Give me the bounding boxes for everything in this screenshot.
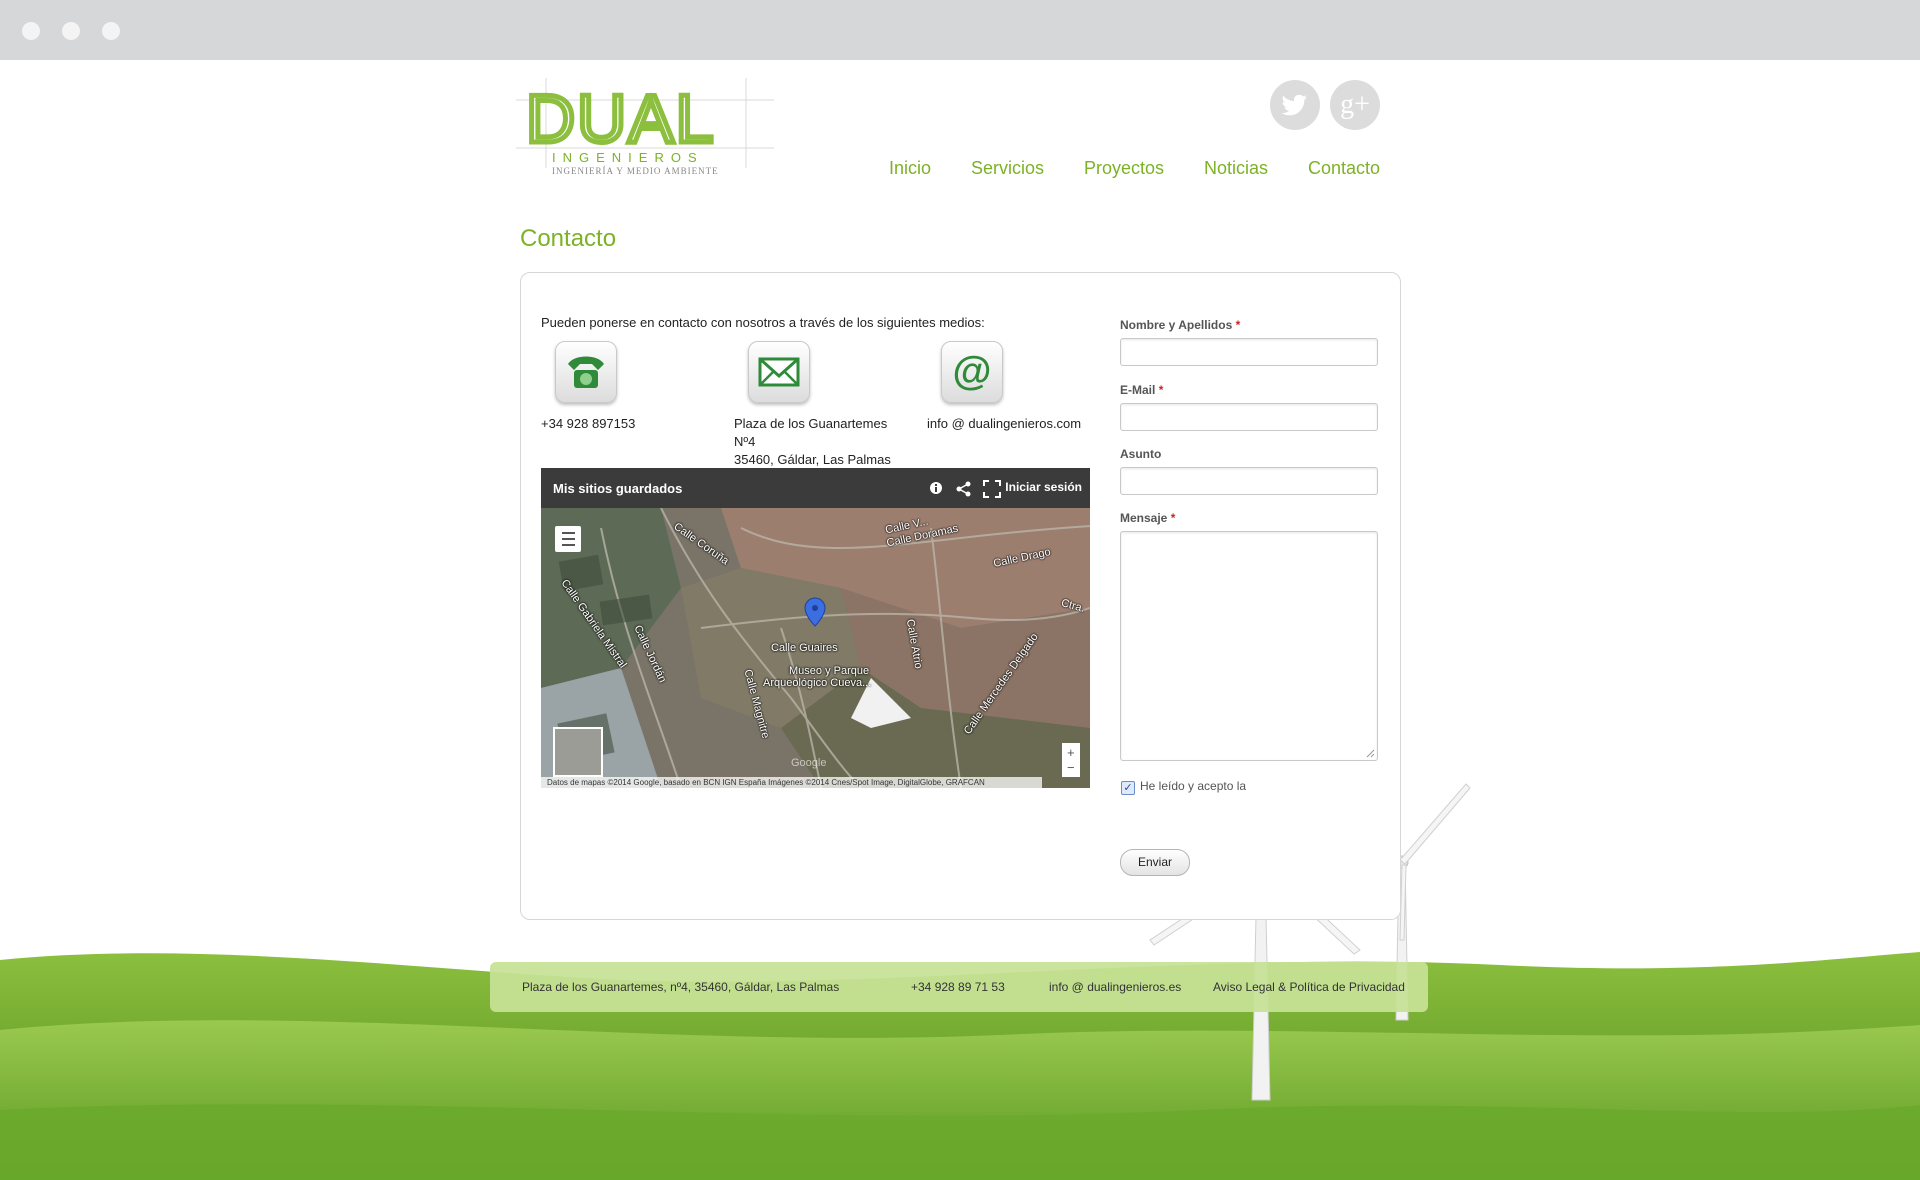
contact-email[interactable]: info @ dualingenieros.com xyxy=(927,415,1081,433)
mail-button[interactable] xyxy=(748,341,810,403)
footer-email[interactable]: info @ dualingenieros.es xyxy=(1049,980,1181,994)
message-textarea[interactable] xyxy=(1120,531,1378,761)
window-close-button[interactable] xyxy=(22,22,40,40)
map-label: Museo y Parque xyxy=(789,665,870,677)
email-input[interactable] xyxy=(1120,403,1378,431)
name-input[interactable] xyxy=(1120,338,1378,366)
zoom-out-button[interactable]: − xyxy=(1067,760,1075,775)
window-minimize-button[interactable] xyxy=(62,22,80,40)
logo-tagline: INGENIERÍA Y MEDIO AMBIENTE xyxy=(552,166,719,176)
name-label-text: Nombre y Apellidos xyxy=(1120,318,1233,332)
accept-checkbox[interactable]: ✓ xyxy=(1121,781,1135,795)
nav-contacto[interactable]: Contacto xyxy=(1308,158,1380,179)
browser-chrome xyxy=(0,0,1920,60)
share-icon[interactable] xyxy=(956,481,972,497)
phone-button[interactable] xyxy=(555,341,617,403)
site-logo[interactable]: DUAL INGENIEROS INGENIERÍA Y MEDIO AMBIE… xyxy=(516,78,774,180)
contact-intro: Pueden ponerse en contacto con nosotros … xyxy=(541,315,985,330)
required-mark: * xyxy=(1170,511,1176,525)
required-mark: * xyxy=(1235,318,1241,332)
accept-label: He leído y acepto la xyxy=(1140,779,1247,793)
map-label: Calle Guaires xyxy=(771,642,838,654)
window-maximize-button[interactable] xyxy=(102,22,120,40)
map-satellite-imagery xyxy=(541,507,1090,788)
address-line-2: Nº4 xyxy=(734,434,756,449)
google-watermark: Google xyxy=(791,757,827,769)
subject-label-text: Asunto xyxy=(1120,447,1162,461)
twitter-icon xyxy=(1282,94,1307,116)
message-label: Mensaje * xyxy=(1120,511,1175,525)
footer-phone: +34 928 89 71 53 xyxy=(911,980,1005,994)
nav-proyectos[interactable]: Proyectos xyxy=(1084,158,1164,179)
email-label: E-Mail * xyxy=(1120,383,1163,397)
map-signin-link[interactable]: Iniciar sesión xyxy=(1005,480,1082,494)
info-icon[interactable] xyxy=(929,481,943,495)
zoom-in-button[interactable]: + xyxy=(1067,745,1075,760)
fullscreen-icon[interactable] xyxy=(983,480,1001,498)
name-label: Nombre y Apellidos * xyxy=(1120,318,1240,332)
map-title[interactable]: Mis sitios guardados xyxy=(553,481,682,496)
envelope-icon xyxy=(758,357,800,387)
svg-text:@: @ xyxy=(952,350,991,393)
email-label-text: E-Mail xyxy=(1120,383,1156,397)
google-plus-button[interactable]: g+ xyxy=(1330,80,1380,130)
twitter-button[interactable] xyxy=(1270,80,1320,130)
subject-label: Asunto xyxy=(1120,447,1161,461)
resize-handle-icon[interactable] xyxy=(1365,748,1375,758)
at-sign-icon: @ xyxy=(952,350,991,393)
required-mark: * xyxy=(1158,383,1164,397)
map-attribution: Datos de mapas ©2014 Google, basado en B… xyxy=(541,777,1042,788)
map-label: Arqueológico Cueva... xyxy=(763,677,872,689)
logo-text: DUAL xyxy=(526,81,715,157)
footer-bar: Plaza de los Guanartemes, nº4, 35460, Gá… xyxy=(490,962,1428,1012)
message-label-text: Mensaje xyxy=(1120,511,1168,525)
nav-noticias[interactable]: Noticias xyxy=(1204,158,1268,179)
map-header-bar: Mis sitios guardados Iniciar sesión xyxy=(541,468,1090,508)
nav-inicio[interactable]: Inicio xyxy=(889,158,931,179)
contact-phone: +34 928 897153 xyxy=(541,416,636,431)
email-at-button[interactable]: @ xyxy=(941,341,1003,403)
nav-servicios[interactable]: Servicios xyxy=(971,158,1044,179)
send-button[interactable]: Enviar xyxy=(1120,849,1190,876)
contact-address: Plaza de los Guanartemes Nº4 35460, Gáld… xyxy=(734,415,891,469)
google-plus-icon: g+ xyxy=(1340,89,1370,120)
subject-input[interactable] xyxy=(1120,467,1378,495)
footer-address: Plaza de los Guanartemes, nº4, 35460, Gá… xyxy=(522,980,840,994)
address-line-1: Plaza de los Guanartemes xyxy=(734,416,888,431)
page-title: Contacto xyxy=(520,225,617,252)
footer-legal-link[interactable]: Aviso Legal & Política de Privacidad xyxy=(1213,980,1405,994)
embedded-map[interactable]: Mis sitios guardados Iniciar sesión Call… xyxy=(541,468,1090,788)
logo-subtitle: INGENIEROS xyxy=(552,150,704,165)
address-line-3: 35460, Gáldar, Las Palmas xyxy=(734,452,891,467)
phone-icon xyxy=(568,356,604,388)
